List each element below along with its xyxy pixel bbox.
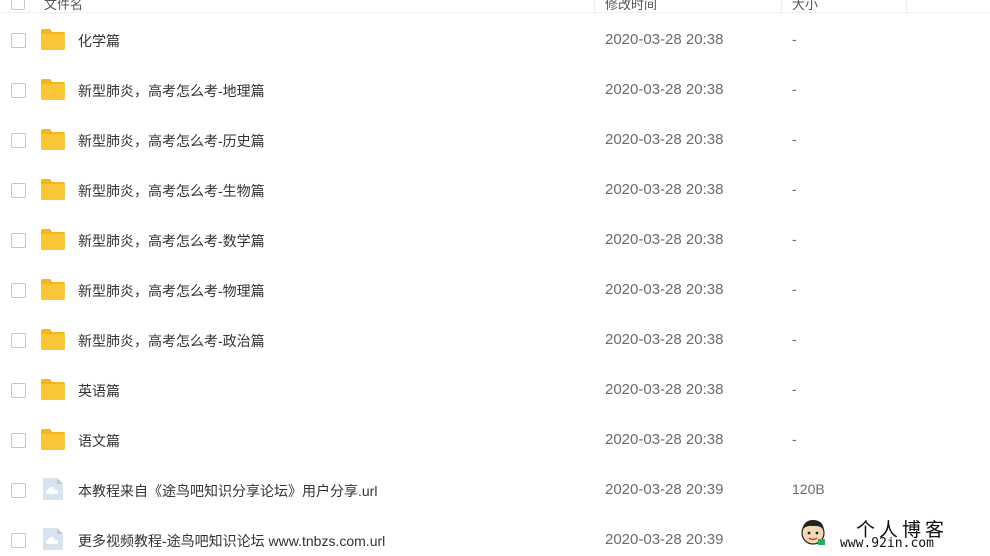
file-size: -: [792, 131, 797, 147]
row-checkbox[interactable]: [11, 133, 26, 148]
file-size: -: [792, 181, 797, 197]
file-list-header: 文件名 修改时间 大小: [0, 0, 990, 13]
file-row[interactable]: 化学篇 2020-03-28 20:38 -: [0, 15, 990, 65]
column-header-size[interactable]: 大小: [792, 0, 818, 13]
file-row[interactable]: 新型肺炎，高考怎么考-生物篇 2020-03-28 20:38 -: [0, 165, 990, 215]
file-modified-time: 2020-03-28 20:38: [605, 81, 724, 98]
file-size: -: [792, 381, 797, 397]
folder-icon: [41, 379, 65, 400]
file-modified-time: 2020-03-28 20:38: [605, 181, 724, 198]
row-checkbox[interactable]: [11, 333, 26, 348]
file-row[interactable]: 新型肺炎，高考怎么考-政治篇 2020-03-28 20:38 -: [0, 315, 990, 365]
file-modified-time: 2020-03-28 20:39: [605, 531, 724, 548]
column-divider: [781, 0, 782, 12]
select-all-checkbox[interactable]: [11, 0, 25, 10]
file-name[interactable]: 化学篇: [78, 31, 120, 51]
file-size: -: [792, 431, 797, 447]
file-modified-time: 2020-03-28 20:38: [605, 381, 724, 398]
file-size: -: [792, 281, 797, 297]
file-list-page: 文件名 修改时间 大小 化学篇 2020-03-28 20:38 - 新型肺炎，…: [0, 0, 990, 556]
row-checkbox[interactable]: [11, 283, 26, 298]
file-row[interactable]: 新型肺炎，高考怎么考-历史篇 2020-03-28 20:38 -: [0, 115, 990, 165]
row-checkbox[interactable]: [11, 483, 26, 498]
file-modified-time: 2020-03-28 20:38: [605, 431, 724, 448]
file-size: -: [792, 231, 797, 247]
file-name[interactable]: 新型肺炎，高考怎么考-地理篇: [78, 81, 265, 101]
file-modified-time: 2020-03-28 20:38: [605, 231, 724, 248]
row-checkbox[interactable]: [11, 83, 26, 98]
file-name[interactable]: 新型肺炎，高考怎么考-数学篇: [78, 231, 265, 251]
column-divider: [906, 0, 907, 12]
folder-icon: [41, 29, 65, 50]
file-name[interactable]: 新型肺炎，高考怎么考-生物篇: [78, 181, 265, 201]
folder-icon: [41, 179, 65, 200]
file-modified-time: 2020-03-28 20:38: [605, 31, 724, 48]
row-checkbox[interactable]: [11, 433, 26, 448]
file-name[interactable]: 新型肺炎，高考怎么考-历史篇: [78, 131, 265, 151]
file-row[interactable]: 语文篇 2020-03-28 20:38 -: [0, 415, 990, 465]
file-size: 120B: [792, 481, 825, 497]
watermark-url: www.92in.com: [840, 536, 934, 551]
file-modified-time: 2020-03-28 20:38: [605, 131, 724, 148]
watermark: 个人博客 www.92in.com: [796, 515, 986, 553]
file-size: -: [792, 331, 797, 347]
file-row[interactable]: 新型肺炎，高考怎么考-物理篇 2020-03-28 20:38 -: [0, 265, 990, 315]
folder-icon: [41, 279, 65, 300]
folder-icon: [41, 79, 65, 100]
column-header-name[interactable]: 文件名: [44, 0, 83, 13]
folder-icon: [41, 129, 65, 150]
file-modified-time: 2020-03-28 20:38: [605, 281, 724, 298]
file-name[interactable]: 英语篇: [78, 381, 120, 401]
file-row[interactable]: 新型肺炎，高考怎么考-数学篇 2020-03-28 20:38 -: [0, 215, 990, 265]
file-name[interactable]: 新型肺炎，高考怎么考-政治篇: [78, 331, 265, 351]
row-checkbox[interactable]: [11, 33, 26, 48]
file-size: -: [792, 31, 797, 47]
file-name[interactable]: 更多视频教程-途鸟吧知识论坛 www.tnbzs.com.url: [78, 531, 385, 551]
file-row[interactable]: 新型肺炎，高考怎么考-地理篇 2020-03-28 20:38 -: [0, 65, 990, 115]
cloud-file-icon: [43, 528, 63, 550]
file-list: 化学篇 2020-03-28 20:38 - 新型肺炎，高考怎么考-地理篇 20…: [0, 15, 990, 556]
file-modified-time: 2020-03-28 20:38: [605, 331, 724, 348]
row-checkbox[interactable]: [11, 383, 26, 398]
folder-icon: [41, 229, 65, 250]
file-modified-time: 2020-03-28 20:39: [605, 481, 724, 498]
folder-icon: [41, 329, 65, 350]
file-size: -: [792, 81, 797, 97]
column-divider: [594, 0, 595, 12]
file-row[interactable]: 本教程来自《途鸟吧知识分享论坛》用户分享.url 2020-03-28 20:3…: [0, 465, 990, 515]
column-header-time[interactable]: 修改时间: [605, 0, 657, 13]
file-name[interactable]: 新型肺炎，高考怎么考-物理篇: [78, 281, 265, 301]
cloud-file-icon: [43, 478, 63, 500]
file-name[interactable]: 本教程来自《途鸟吧知识分享论坛》用户分享.url: [78, 481, 377, 501]
row-checkbox[interactable]: [11, 233, 26, 248]
file-name[interactable]: 语文篇: [78, 431, 120, 451]
row-checkbox[interactable]: [11, 183, 26, 198]
file-row[interactable]: 英语篇 2020-03-28 20:38 -: [0, 365, 990, 415]
row-checkbox[interactable]: [11, 533, 26, 548]
folder-icon: [41, 429, 65, 450]
cartoon-face-icon: [801, 520, 825, 545]
